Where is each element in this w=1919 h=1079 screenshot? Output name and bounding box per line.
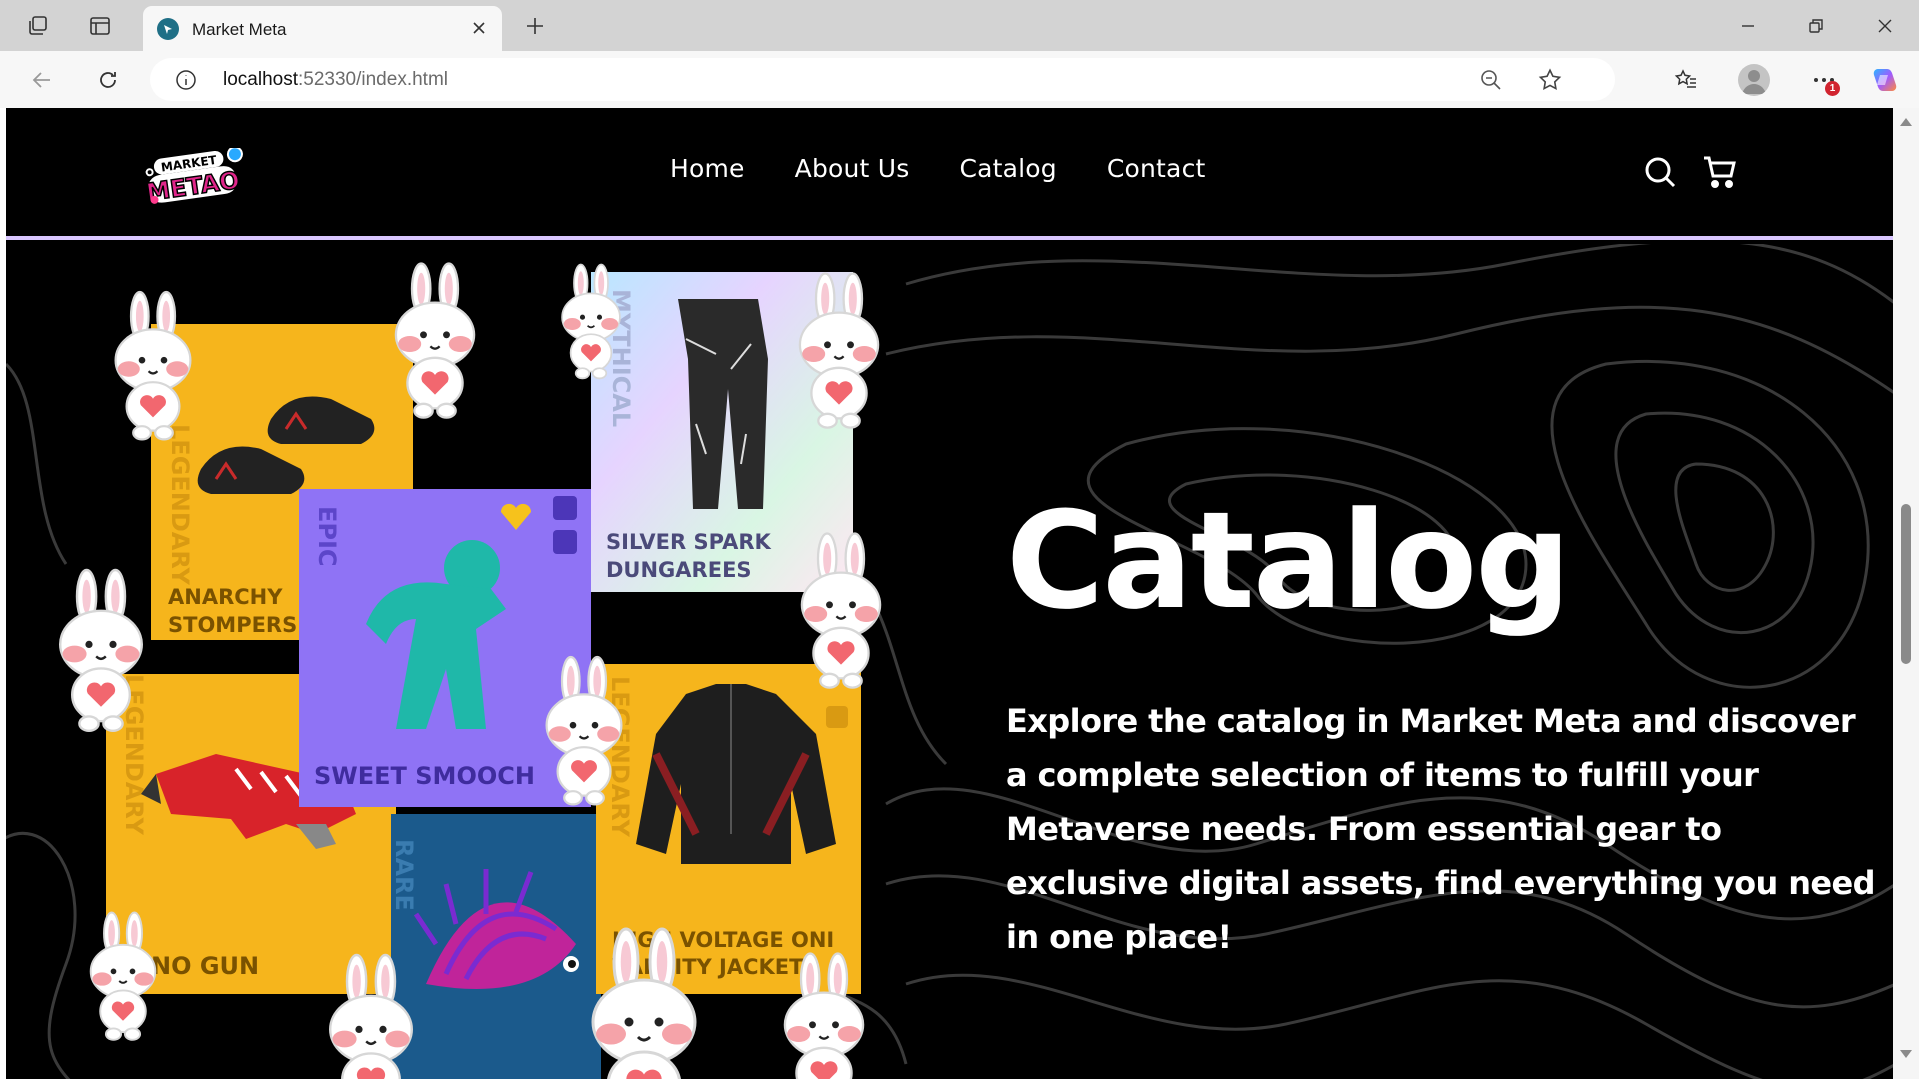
page-scrollbar[interactable] (1893, 108, 1919, 1079)
hero-description: Explore the catalog in Market Meta and d… (1006, 702, 1876, 956)
svg-text:ANARCHY: ANARCHY (168, 585, 283, 609)
catalog-collage: LEGENDARY ANARCHY STOMPERS MYTHICAL SILV… (58, 262, 882, 1079)
copilot-icon[interactable] (1868, 64, 1900, 96)
browser-toolbar: localhost:52330/index.html 1 (0, 51, 1919, 108)
svg-text:NO GUN: NO GUN (151, 952, 259, 980)
browser-tab-bar: Market Meta (0, 0, 1919, 51)
back-icon[interactable] (27, 65, 57, 95)
svg-text:SILVER SPARK: SILVER SPARK (606, 530, 772, 554)
rarity-label: LEGENDARY (606, 676, 634, 838)
scroll-down-arrow-icon[interactable] (1900, 1050, 1912, 1058)
site-favicon-icon (157, 18, 179, 40)
site-info-icon[interactable] (175, 69, 197, 91)
url-text[interactable]: localhost:52330/index.html (223, 69, 448, 91)
close-window-icon[interactable] (1871, 12, 1899, 40)
card-lionfish[interactable]: RARE (390, 814, 601, 1079)
market-meta-logo[interactable]: MARKET METAO (142, 148, 248, 210)
scrollbar-thumb[interactable] (1901, 504, 1911, 664)
reload-icon[interactable] (93, 65, 123, 95)
tab-actions-icon[interactable] (86, 12, 114, 40)
rarity-label: EPIC (313, 506, 341, 567)
svg-text:STOMPERS: STOMPERS (168, 613, 297, 637)
svg-text:HIGH VOLTAGE ONI: HIGH VOLTAGE ONI (612, 928, 834, 952)
site-header: MARKET METAO Home About Us Catalog Conta… (6, 108, 1893, 240)
minimize-icon[interactable] (1734, 12, 1762, 40)
favorites-icon[interactable] (1670, 64, 1702, 96)
browser-tab[interactable]: Market Meta (143, 6, 502, 51)
more-menu-icon[interactable]: 1 (1808, 64, 1840, 96)
rarity-label: RARE (390, 839, 418, 911)
address-bar[interactable]: localhost:52330/index.html (150, 58, 1615, 101)
card-sweet-smooch[interactable]: EPIC SWEET SMOOCH (299, 489, 591, 807)
svg-text:VARSITY JACKET: VARSITY JACKET (612, 955, 804, 979)
profile-avatar[interactable] (1738, 64, 1770, 96)
workspaces-icon[interactable] (24, 12, 52, 40)
restore-icon[interactable] (1802, 12, 1830, 40)
scroll-up-arrow-icon[interactable] (1900, 118, 1912, 126)
nav-about-us[interactable]: About Us (795, 154, 910, 183)
new-tab-icon[interactable] (521, 12, 549, 40)
nav-home[interactable]: Home (670, 154, 745, 183)
svg-text:DUNGAREES: DUNGAREES (606, 558, 752, 582)
search-icon[interactable] (1642, 154, 1678, 190)
svg-text:SWEET SMOOCH: SWEET SMOOCH (314, 762, 535, 790)
nav-catalog[interactable]: Catalog (959, 154, 1056, 183)
rarity-label: LEGENDARY (166, 424, 194, 586)
cart-icon[interactable] (1702, 154, 1738, 190)
favorite-star-icon[interactable] (1537, 67, 1563, 93)
close-tab-icon[interactable] (468, 17, 490, 39)
main-navigation: Home About Us Catalog Contact (670, 154, 1206, 183)
tab-title: Market Meta (192, 20, 287, 39)
notification-badge: 1 (1825, 81, 1840, 96)
catalog-hero: LEGENDARY ANARCHY STOMPERS MYTHICAL SILV… (6, 244, 1893, 1079)
page-title: Catalog (1006, 483, 1571, 639)
page-viewport: MARKET METAO Home About Us Catalog Conta… (6, 108, 1893, 1079)
zoom-out-icon[interactable] (1479, 68, 1503, 92)
nav-contact[interactable]: Contact (1107, 154, 1206, 183)
